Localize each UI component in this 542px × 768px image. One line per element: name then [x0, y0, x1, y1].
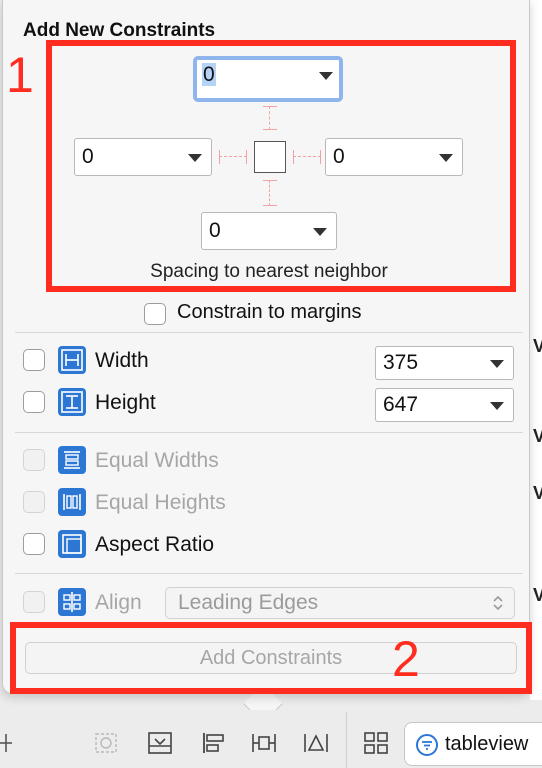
- width-constraint-icon: [58, 346, 86, 374]
- height-value: 647: [383, 393, 419, 416]
- align-tool-icon[interactable]: [200, 730, 228, 756]
- editor-background: V V V V: [530, 0, 542, 700]
- align-checkbox[interactable]: [23, 591, 45, 613]
- divider: [15, 432, 523, 433]
- filter-field[interactable]: tableview: [404, 722, 542, 766]
- equal-widths-label: Equal Widths: [95, 449, 219, 472]
- equal-widths-icon: [58, 446, 86, 474]
- toolbar-separator: [346, 712, 347, 768]
- aspect-ratio-checkbox[interactable]: [23, 533, 45, 555]
- annotation-box-1: [46, 40, 516, 292]
- update-frames-icon[interactable]: [92, 730, 120, 756]
- up-down-chevron-icon: [493, 595, 503, 611]
- add-constraints-tool-icon[interactable]: [250, 730, 278, 756]
- height-value-field[interactable]: 647: [375, 388, 514, 422]
- embed-in-stack-icon[interactable]: [146, 730, 174, 756]
- height-constraint-icon: [58, 388, 86, 416]
- annotation-number-2: 2: [392, 631, 420, 687]
- annotation-number-1: 1: [6, 47, 34, 103]
- constrain-to-margins-checkbox[interactable]: [144, 303, 166, 325]
- filter-text: tableview: [445, 733, 529, 755]
- editor-glyph: V: [533, 426, 542, 446]
- align-select[interactable]: Leading Edges: [165, 587, 515, 619]
- editor-glyph: V: [533, 336, 542, 356]
- chevron-down-icon[interactable]: [490, 402, 504, 410]
- align-icon: [58, 588, 86, 616]
- chevron-down-icon[interactable]: [490, 360, 504, 368]
- editor-glyph: V: [533, 483, 542, 503]
- height-checkbox[interactable]: [23, 391, 45, 413]
- annotation-box-2: [10, 622, 532, 694]
- divider: [15, 573, 523, 574]
- popover-title: Add New Constraints: [23, 20, 216, 41]
- equal-heights-checkbox[interactable]: [23, 491, 45, 513]
- width-value: 375: [383, 351, 419, 374]
- constrain-to-margins-label: Constrain to margins: [177, 301, 362, 323]
- equal-heights-label: Equal Heights: [95, 491, 226, 514]
- equal-widths-checkbox[interactable]: [23, 449, 45, 471]
- aspect-ratio-label: Aspect Ratio: [95, 533, 215, 556]
- resolve-issues-icon[interactable]: [302, 730, 330, 756]
- aspect-ratio-icon: [58, 530, 86, 558]
- grid-view-icon[interactable]: [362, 730, 390, 756]
- divider: [15, 332, 523, 333]
- toolbar-edge-icon[interactable]: [0, 730, 16, 756]
- align-value: Leading Edges: [178, 591, 319, 614]
- width-label: Width: [95, 349, 149, 372]
- editor-glyph: V: [533, 585, 542, 605]
- filter-icon: [416, 734, 438, 756]
- width-value-field[interactable]: 375: [375, 346, 514, 380]
- equal-heights-icon: [58, 488, 86, 516]
- height-label: Height: [95, 391, 156, 414]
- align-label: Align: [95, 591, 142, 614]
- width-checkbox[interactable]: [23, 349, 45, 371]
